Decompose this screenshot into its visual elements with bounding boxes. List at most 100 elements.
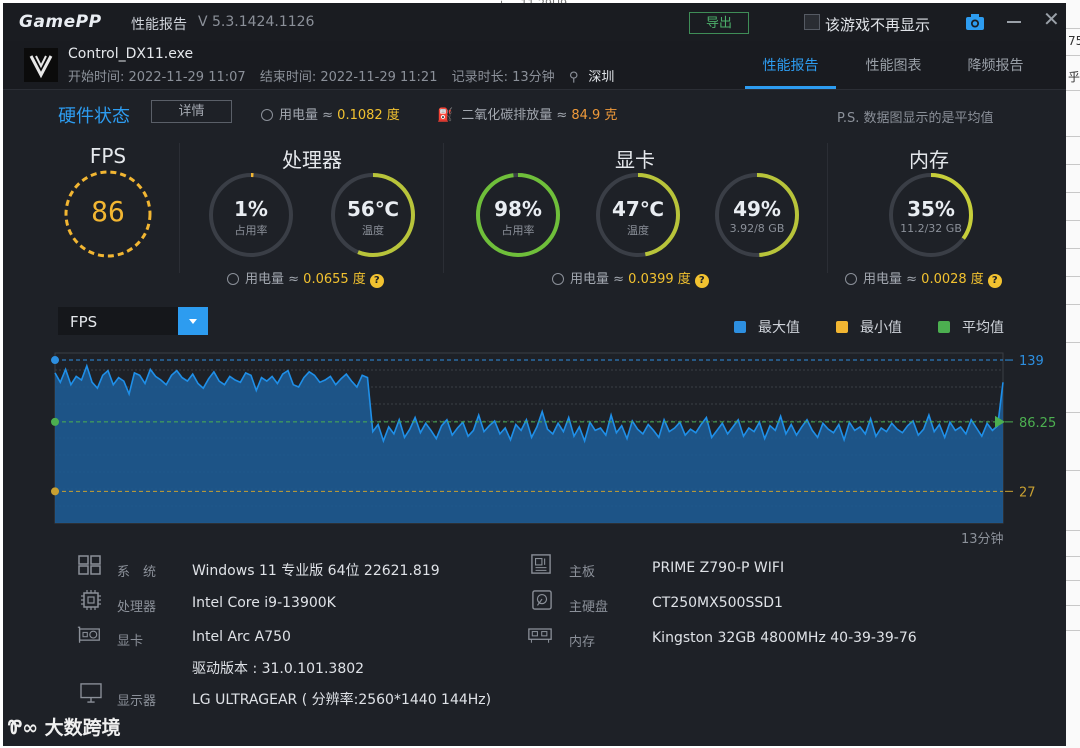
cpu-usage-value: 1% bbox=[234, 197, 268, 221]
background-document: 75 乎 bbox=[1066, 0, 1080, 748]
cpu-temp-label: 温度 bbox=[362, 224, 384, 237]
active-tab-indicator bbox=[745, 86, 836, 89]
help-icon[interactable]: ? bbox=[369, 274, 384, 288]
cpu-label: 处理器 bbox=[117, 600, 157, 615]
gamepp-window: GamePP 性能报告 V 5.3.1424.1126 导出 该游戏不再显示 ✕… bbox=[3, 3, 1066, 746]
tab-performance-chart[interactable]: 性能图表 bbox=[851, 55, 936, 75]
avg-label: 86.25 bbox=[1019, 416, 1056, 431]
disk-label: 主硬盘 bbox=[569, 600, 609, 615]
chevron-down-icon[interactable] bbox=[178, 307, 208, 335]
cpu-temp-gauge: 56℃ 温度 bbox=[328, 170, 418, 260]
cpu-temp-value: 56℃ bbox=[346, 197, 400, 221]
duration: 记录时长: 13分钟 bbox=[451, 70, 555, 85]
min-line-marker bbox=[51, 487, 59, 496]
memory-title: 内存 bbox=[909, 148, 949, 172]
fps-title: FPS bbox=[89, 144, 127, 168]
driver-value: 驱动版本 : 31.0.101.3802 bbox=[192, 661, 365, 677]
export-button[interactable]: 导出 bbox=[689, 12, 749, 34]
monitor-icon bbox=[80, 683, 102, 703]
watermark-text: 大数跨境 bbox=[44, 717, 121, 739]
legend-avg: 平均值 bbox=[938, 317, 1004, 337]
max-line-marker bbox=[51, 356, 59, 365]
gpu-power-label: 用电量 ≈ bbox=[570, 272, 625, 287]
co2-label: 二氧化碳排放量 ≈ bbox=[461, 108, 568, 123]
co2-emission: ⛽ 二氧化碳排放量 ≈ 84.9 克 bbox=[437, 104, 617, 123]
gpu-value: Intel Arc A750 bbox=[192, 629, 291, 645]
no-show-checkbox[interactable] bbox=[804, 14, 820, 30]
os-label: 系 统 bbox=[117, 565, 157, 580]
gpu-usage-label: 占用率 bbox=[501, 224, 535, 237]
start-time: 开始时间: 2022-11-29 11:07 bbox=[68, 70, 246, 85]
detail-button[interactable]: 详情 bbox=[151, 100, 232, 123]
divider bbox=[443, 143, 444, 273]
memory-power-label: 用电量 ≈ bbox=[863, 272, 918, 287]
minimize-button[interactable] bbox=[1007, 21, 1021, 23]
fps-area bbox=[55, 365, 1003, 523]
gpu-title: 显卡 bbox=[615, 148, 655, 172]
no-show-label: 该游戏不再显示 bbox=[825, 16, 931, 34]
chart-x-end-label: 13分钟 bbox=[961, 532, 1004, 547]
location-pin-icon: ⚲ bbox=[568, 70, 579, 85]
ram-value: Kingston 32GB 4800MHz 40-39-39-76 bbox=[652, 630, 917, 646]
session-header: Control_DX11.exe 开始时间: 2022-11-29 11:07 … bbox=[3, 41, 1066, 90]
tab-performance-report[interactable]: 性能报告 bbox=[748, 55, 833, 75]
motherboard-label: 主板 bbox=[569, 565, 596, 580]
power-icon bbox=[845, 273, 857, 285]
watermark-logo-icon: Ꮘ∞ bbox=[8, 717, 45, 739]
cpu-usage-gauge: 1% 占用率 bbox=[206, 170, 296, 260]
hardware-status-title: 硬件状态 bbox=[58, 106, 130, 127]
gpu-usage-value: 98% bbox=[494, 197, 542, 221]
watermark: Ꮘ∞ 大数跨境 bbox=[8, 713, 121, 740]
game-logo-icon bbox=[24, 48, 58, 82]
divider bbox=[827, 143, 828, 273]
legend-swatch-max bbox=[734, 321, 746, 333]
city: 深圳 bbox=[588, 70, 615, 85]
avg-line-marker bbox=[51, 417, 59, 426]
end-time: 结束时间: 2022-11-29 11:21 bbox=[259, 70, 438, 85]
min-label: 27 bbox=[1019, 485, 1036, 500]
display-value: LG ULTRAGEAR ( 分辨率:2560*1440 144Hz) bbox=[192, 692, 492, 708]
hard-disk-icon bbox=[532, 590, 552, 610]
legend-avg-label: 平均值 bbox=[962, 320, 1004, 336]
cpu-power: 用电量 ≈ 0.0655 度? bbox=[227, 268, 384, 288]
total-power-label: 用电量 ≈ bbox=[279, 108, 334, 123]
legend-swatch-min bbox=[836, 321, 848, 333]
ps-note: P.S. 数据图显示的是平均值 bbox=[837, 111, 994, 126]
help-icon[interactable]: ? bbox=[694, 274, 709, 288]
cpu-usage-label: 占用率 bbox=[234, 224, 268, 237]
cpu-title: 处理器 bbox=[282, 148, 342, 172]
metric-select[interactable]: FPS bbox=[58, 307, 208, 335]
gpu-usage-gauge: 98% 占用率 bbox=[473, 170, 563, 260]
tab-throttle-report[interactable]: 降频报告 bbox=[953, 55, 1038, 75]
divider bbox=[179, 143, 180, 273]
memory-usage-label: 11.2/32 GB bbox=[900, 222, 962, 235]
camera-icon[interactable] bbox=[965, 13, 985, 31]
title-bar: GamePP 性能报告 V 5.3.1424.1126 导出 该游戏不再显示 ✕ bbox=[3, 3, 1066, 41]
total-power-value: 0.1082 度 bbox=[337, 108, 400, 123]
gpu-power-value: 0.0399 度 bbox=[628, 272, 691, 287]
power-icon bbox=[227, 273, 239, 285]
legend-min: 最小值 bbox=[836, 317, 902, 337]
max-label: 139 bbox=[1019, 354, 1044, 369]
os-value: Windows 11 专业版 64位 22621.819 bbox=[192, 563, 440, 579]
motherboard-icon bbox=[531, 554, 551, 574]
windows-icon bbox=[78, 555, 101, 575]
help-icon[interactable]: ? bbox=[987, 274, 1002, 288]
legend-max: 最大值 bbox=[734, 317, 800, 337]
close-button[interactable]: ✕ bbox=[1043, 9, 1060, 29]
co2-value: 84.9 克 bbox=[571, 108, 618, 123]
power-icon bbox=[552, 273, 564, 285]
app-logo: GamePP bbox=[19, 12, 102, 32]
power-icon bbox=[261, 109, 273, 121]
gpu-memory-label: 3.92/8 GB bbox=[729, 222, 785, 235]
memory-icon bbox=[528, 628, 552, 643]
cpu-power-label: 用电量 ≈ bbox=[245, 272, 300, 287]
memory-usage-gauge: 35% 11.2/32 GB bbox=[886, 170, 976, 260]
ram-label: 内存 bbox=[569, 635, 596, 650]
memory-usage-value: 35% bbox=[907, 197, 955, 221]
exe-name: Control_DX11.exe bbox=[68, 46, 194, 62]
total-power: 用电量 ≈ 0.1082 度 bbox=[261, 104, 400, 123]
motherboard-value: PRIME Z790-P WIFI bbox=[652, 560, 785, 576]
cpu-power-value: 0.0655 度 bbox=[303, 272, 366, 287]
metric-select-value: FPS bbox=[70, 313, 98, 331]
